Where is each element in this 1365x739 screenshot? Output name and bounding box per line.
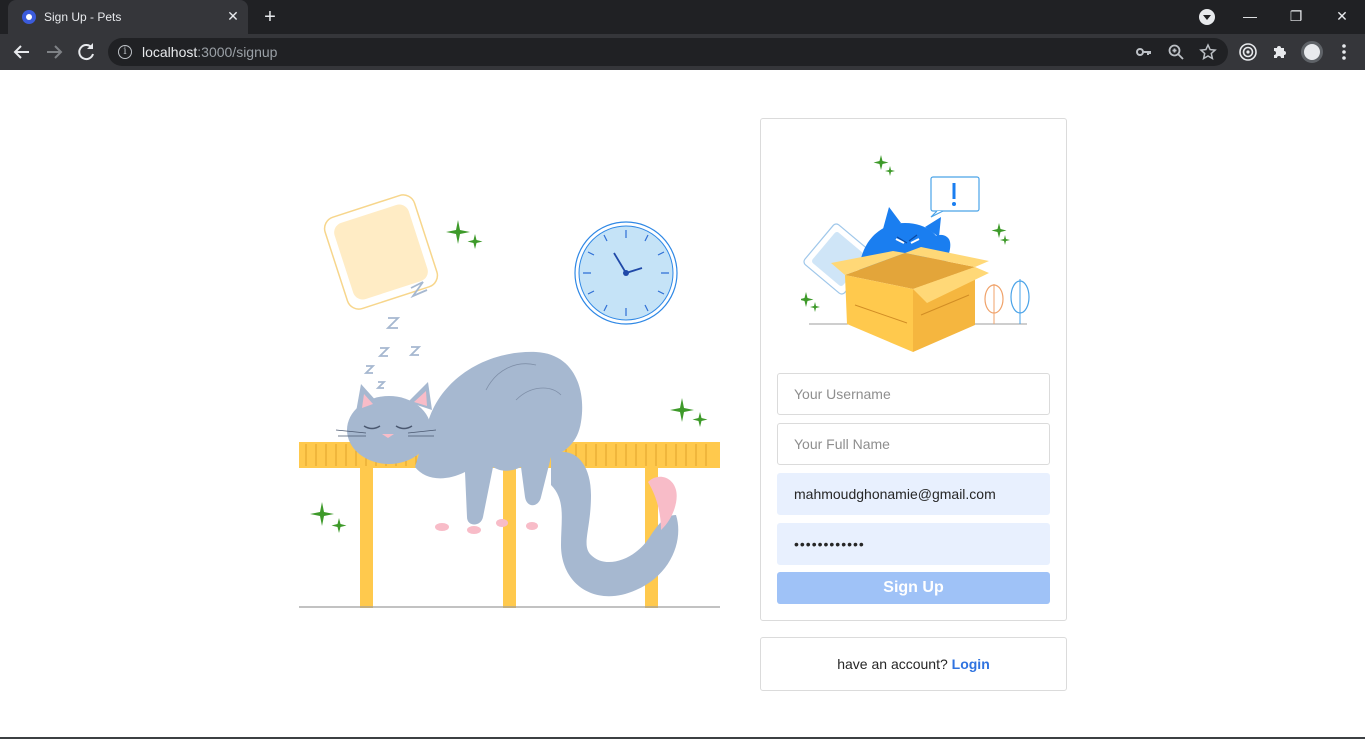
puzzle-icon[interactable] bbox=[1270, 42, 1290, 62]
browser-toolbar: i localhost:3000/signup bbox=[0, 34, 1365, 70]
cat-in-box-illustration bbox=[801, 155, 1030, 352]
new-tab-button[interactable]: + bbox=[258, 6, 282, 28]
target-icon[interactable] bbox=[1238, 42, 1258, 62]
address-bar[interactable]: i localhost:3000/signup bbox=[108, 38, 1228, 66]
signup-button[interactable]: Sign Up bbox=[777, 572, 1050, 604]
login-prompt-card: have an account? Login bbox=[760, 637, 1067, 691]
browser-titlebar: Sign Up - Pets ✕ + — ❐ ✕ bbox=[0, 0, 1365, 34]
browser-tab[interactable]: Sign Up - Pets ✕ bbox=[8, 0, 248, 34]
fullname-input[interactable] bbox=[777, 423, 1050, 465]
forward-button[interactable] bbox=[42, 40, 66, 64]
login-prompt-text: have an account? bbox=[837, 656, 952, 672]
reload-button[interactable] bbox=[74, 40, 98, 64]
kebab-menu-icon[interactable] bbox=[1334, 42, 1354, 62]
restore-button[interactable]: ❐ bbox=[1273, 0, 1319, 32]
arrow-right-icon bbox=[47, 45, 63, 59]
email-input[interactable] bbox=[777, 473, 1050, 515]
sleeping-cat-illustration bbox=[299, 194, 720, 608]
paw-icon bbox=[22, 10, 36, 24]
signup-card: Sign Up bbox=[760, 118, 1067, 621]
login-link[interactable]: Login bbox=[952, 656, 990, 672]
tab-close-icon[interactable]: ✕ bbox=[223, 6, 243, 26]
password-input[interactable] bbox=[777, 523, 1050, 565]
close-window-button[interactable]: ✕ bbox=[1319, 0, 1365, 32]
username-input[interactable] bbox=[777, 373, 1050, 415]
url-text[interactable]: localhost:3000/signup bbox=[142, 44, 277, 60]
arrow-left-icon bbox=[13, 45, 29, 59]
zoom-icon[interactable] bbox=[1167, 43, 1185, 61]
reload-icon bbox=[78, 43, 94, 61]
star-icon[interactable] bbox=[1199, 43, 1217, 61]
back-button[interactable] bbox=[10, 40, 34, 64]
minimize-button[interactable]: — bbox=[1227, 0, 1273, 32]
info-icon[interactable]: i bbox=[118, 45, 132, 59]
avatar[interactable] bbox=[1301, 41, 1323, 63]
key-icon[interactable] bbox=[1135, 43, 1153, 61]
tab-search-icon[interactable] bbox=[1199, 9, 1215, 25]
tab-title: Sign Up - Pets bbox=[44, 10, 122, 24]
